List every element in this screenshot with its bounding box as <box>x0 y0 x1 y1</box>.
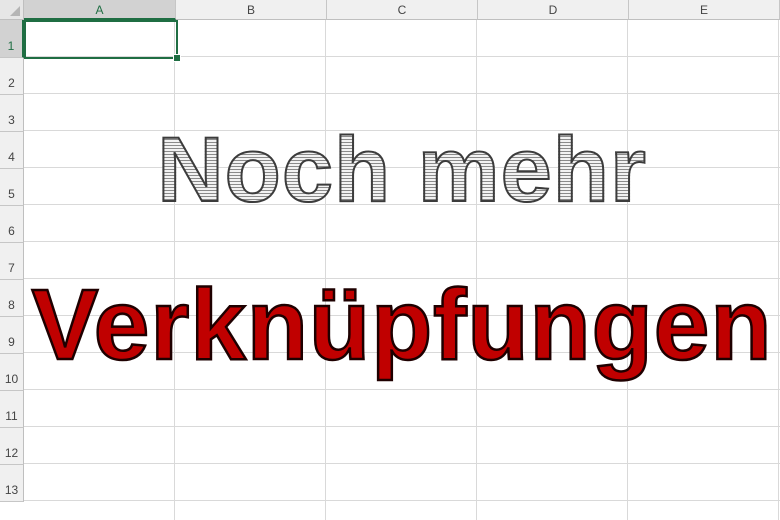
row-header-2[interactable]: 2 <box>0 58 24 95</box>
row-header-3[interactable]: 3 <box>0 95 24 132</box>
row-header-10[interactable]: 10 <box>0 354 24 391</box>
select-all-button[interactable] <box>0 0 24 20</box>
column-headers: A B C D E <box>24 0 780 20</box>
row-header-5[interactable]: 5 <box>0 169 24 206</box>
column-header-b[interactable]: B <box>176 0 327 20</box>
column-header-c[interactable]: C <box>327 0 478 20</box>
column-header-e[interactable]: E <box>629 0 780 20</box>
column-header-d[interactable]: D <box>478 0 629 20</box>
spreadsheet: A B C D E 1 2 3 4 5 6 7 8 9 10 11 12 13 … <box>0 0 780 520</box>
row-headers: 1 2 3 4 5 6 7 8 9 10 11 12 13 <box>0 20 24 502</box>
fill-handle[interactable] <box>173 54 181 62</box>
row-header-4[interactable]: 4 <box>0 132 24 169</box>
row-header-7[interactable]: 7 <box>0 243 24 280</box>
row-header-13[interactable]: 13 <box>0 465 24 502</box>
row-header-6[interactable]: 6 <box>0 206 24 243</box>
row-header-12[interactable]: 12 <box>0 428 24 465</box>
row-header-1[interactable]: 1 <box>0 20 24 58</box>
cell-grid[interactable] <box>24 20 780 520</box>
row-header-8[interactable]: 8 <box>0 280 24 317</box>
select-all-triangle-icon <box>10 6 20 16</box>
row-header-11[interactable]: 11 <box>0 391 24 428</box>
selected-cell-a1[interactable] <box>24 20 178 59</box>
column-header-a[interactable]: A <box>24 0 176 20</box>
row-header-9[interactable]: 9 <box>0 317 24 354</box>
